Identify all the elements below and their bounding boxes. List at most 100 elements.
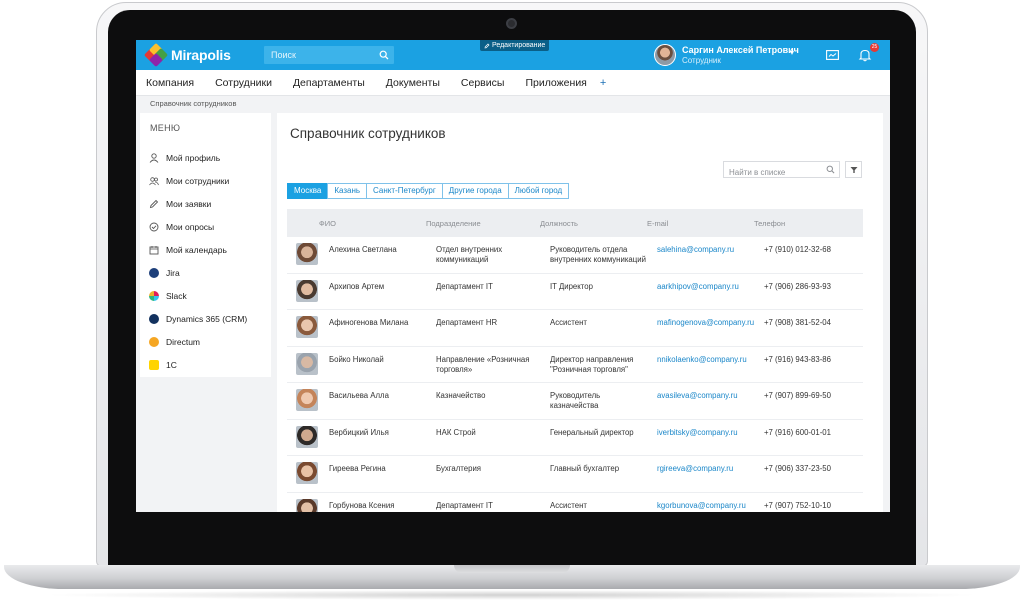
sidebar-item-label: Directum bbox=[166, 336, 201, 347]
nav-item-services[interactable]: Сервисы bbox=[461, 77, 505, 89]
employee-email[interactable]: aarkhipov@company.ru bbox=[657, 282, 762, 292]
employee-email[interactable]: iverbitsky@company.ru bbox=[657, 428, 762, 438]
employee-name[interactable]: Васильева Алла bbox=[329, 391, 429, 401]
sidebar-item-label: Slack bbox=[166, 290, 187, 301]
employee-email[interactable]: mafinogenova@company.ru bbox=[657, 318, 762, 328]
notification-badge: 25 bbox=[870, 43, 879, 52]
table-row[interactable]: Горбунова Ксения Департамент IT Ассистент k… bbox=[287, 493, 863, 512]
sidebar-item-profile[interactable]: Мой профиль bbox=[149, 146, 247, 169]
page-title: Справочник сотрудников bbox=[290, 126, 446, 141]
employee-email[interactable]: salehina@company.ru bbox=[657, 245, 762, 255]
nav-item-company[interactable]: Компания bbox=[146, 77, 194, 89]
employee-phone: +7 (916) 600-01-01 bbox=[764, 427, 831, 437]
table-row[interactable]: Гиреева Регина Бухгалтерия Главный бухгалт… bbox=[287, 456, 863, 493]
employee-name[interactable]: Алехина Светлана bbox=[329, 245, 429, 255]
table-row[interactable]: Архипов Артем Департамент IT IT Директор aa… bbox=[287, 274, 863, 310]
pencil-icon bbox=[149, 199, 159, 208]
employee-dept: Отдел внутренних коммуникаций bbox=[436, 245, 503, 264]
employee-email[interactable]: avasileva@company.ru bbox=[657, 391, 762, 401]
employee-email[interactable]: rgireeva@company.ru bbox=[657, 464, 762, 474]
employee-position: IT Директор bbox=[550, 281, 593, 291]
directum-icon bbox=[149, 336, 159, 347]
employee-photo bbox=[296, 389, 318, 411]
table-row[interactable]: Алехина Светлана Отдел внутренних коммуни… bbox=[287, 237, 863, 274]
employee-phone: +7 (907) 899-69-50 bbox=[764, 391, 831, 400]
employee-email[interactable]: kgorbunova@company.ru bbox=[657, 501, 762, 511]
user-icon bbox=[149, 152, 159, 163]
employee-name[interactable]: Вербицкий Илья bbox=[329, 428, 429, 438]
sidebar-item-calendar[interactable]: Мой календарь bbox=[149, 238, 247, 261]
column-header-email[interactable]: E-mail bbox=[647, 219, 668, 228]
users-icon bbox=[149, 176, 159, 185]
chevron-down-icon[interactable]: ▾ bbox=[790, 48, 794, 57]
sidebar: МЕНЮ Мой профиль Мои сотрудники Мои заяв… bbox=[140, 113, 271, 377]
employee-name[interactable]: Афиногенова Милана bbox=[329, 318, 429, 328]
employee-name[interactable]: Бойко Николай bbox=[329, 355, 429, 365]
employee-phone: +7 (916) 943-83-86 bbox=[764, 354, 831, 364]
list-search-input[interactable] bbox=[724, 165, 824, 180]
breadcrumb[interactable]: Справочник сотрудников bbox=[150, 99, 236, 108]
sidebar-item-1c[interactable]: 1С bbox=[149, 353, 247, 376]
column-header-position[interactable]: Должность bbox=[540, 219, 578, 228]
brand-logo[interactable]: Mirapolis bbox=[143, 42, 231, 68]
table-header: ФИО Подразделение Должность E-mail Телеф… bbox=[287, 209, 863, 237]
sidebar-item-dynamics[interactable]: Dynamics 365 (CRM) bbox=[149, 307, 247, 330]
pencil-icon bbox=[484, 43, 490, 48]
brand-name: Mirapolis bbox=[171, 47, 231, 63]
global-search-input[interactable] bbox=[264, 50, 374, 60]
column-header-dept[interactable]: Подразделение bbox=[426, 219, 481, 228]
employee-email[interactable]: nnikolaenko@company.ru bbox=[657, 355, 762, 365]
nav-item-apps[interactable]: Приложения bbox=[525, 77, 586, 89]
sidebar-item-slack[interactable]: Slack bbox=[149, 284, 247, 307]
column-header-name[interactable]: ФИО bbox=[319, 219, 336, 228]
slack-icon bbox=[149, 290, 159, 301]
employee-phone: +7 (908) 381-52-04 bbox=[764, 318, 831, 327]
search-icon[interactable] bbox=[826, 165, 835, 174]
employee-name[interactable]: Архипов Артем bbox=[329, 282, 429, 292]
employee-name[interactable]: Гиреева Регина bbox=[329, 464, 429, 474]
top-bar: Mirapolis Редактирование Саргин Алексей … bbox=[136, 40, 890, 70]
employee-dept: НАК Строй bbox=[436, 427, 476, 437]
nav-item-departments[interactable]: Департаменты bbox=[293, 77, 365, 89]
sidebar-item-label: Мой профиль bbox=[166, 152, 221, 163]
employee-table: ФИО Подразделение Должность E-mail Телеф… bbox=[287, 209, 863, 512]
sidebar-item-jira[interactable]: Jira bbox=[149, 261, 247, 284]
column-header-phone[interactable]: Телефон bbox=[754, 219, 785, 228]
tab-any-city[interactable]: Любой город bbox=[507, 183, 570, 199]
table-row[interactable]: Бойко Николай Направление «Розничная торг… bbox=[287, 347, 863, 383]
sidebar-item-my-employees[interactable]: Мои сотрудники bbox=[149, 169, 247, 192]
mail-icon[interactable] bbox=[826, 50, 839, 60]
table-row[interactable]: Васильева Алла Казначейство Руководитель к… bbox=[287, 383, 863, 420]
sidebar-item-surveys[interactable]: Мои опросы bbox=[149, 215, 247, 238]
sidebar-item-label: Мои заявки bbox=[166, 198, 212, 209]
employee-position: Ассистент bbox=[550, 318, 587, 327]
tab-other-cities[interactable]: Другие города bbox=[441, 183, 509, 199]
filter-icon bbox=[850, 166, 857, 173]
employee-name[interactable]: Горбунова Ксения bbox=[329, 501, 429, 511]
tab-spb[interactable]: Санкт-Петербург bbox=[366, 183, 443, 199]
tab-kazan[interactable]: Казань bbox=[327, 183, 368, 199]
filter-button[interactable] bbox=[845, 161, 862, 178]
employee-dept: Направление «Розничная торговля» bbox=[436, 354, 530, 374]
sidebar-item-requests[interactable]: Мои заявки bbox=[149, 192, 247, 215]
calendar-icon bbox=[149, 245, 159, 254]
employee-position: Руководитель казначейства bbox=[550, 391, 601, 410]
dynamics-icon bbox=[149, 313, 159, 324]
list-search bbox=[723, 161, 840, 180]
user-menu[interactable]: Саргин Алексей Петрович Сотрудник bbox=[654, 44, 799, 66]
tab-moscow[interactable]: Москва bbox=[287, 183, 329, 199]
nav-item-employees[interactable]: Сотрудники bbox=[215, 77, 272, 89]
nav-item-documents[interactable]: Документы bbox=[386, 77, 440, 89]
laptop-notch bbox=[454, 565, 570, 573]
table-row[interactable]: Афиногенова Милана Департамент HR Ассистен… bbox=[287, 310, 863, 347]
sidebar-item-label: Мои опросы bbox=[166, 221, 215, 232]
table-body: Алехина Светлана Отдел внутренних коммуни… bbox=[287, 237, 863, 512]
search-icon[interactable] bbox=[379, 50, 389, 60]
sidebar-item-label: Мой календарь bbox=[166, 244, 227, 255]
edit-mode-button[interactable]: Редактирование bbox=[480, 40, 550, 51]
table-row[interactable]: Вербицкий Илья НАК Строй Генеральный дирек… bbox=[287, 420, 863, 456]
nav-add-button[interactable]: + bbox=[600, 77, 606, 89]
laptop-shadow bbox=[40, 590, 984, 600]
employee-position: Руководитель отдела внутренних коммуника… bbox=[550, 245, 646, 264]
sidebar-item-directum[interactable]: Directum bbox=[149, 330, 247, 353]
